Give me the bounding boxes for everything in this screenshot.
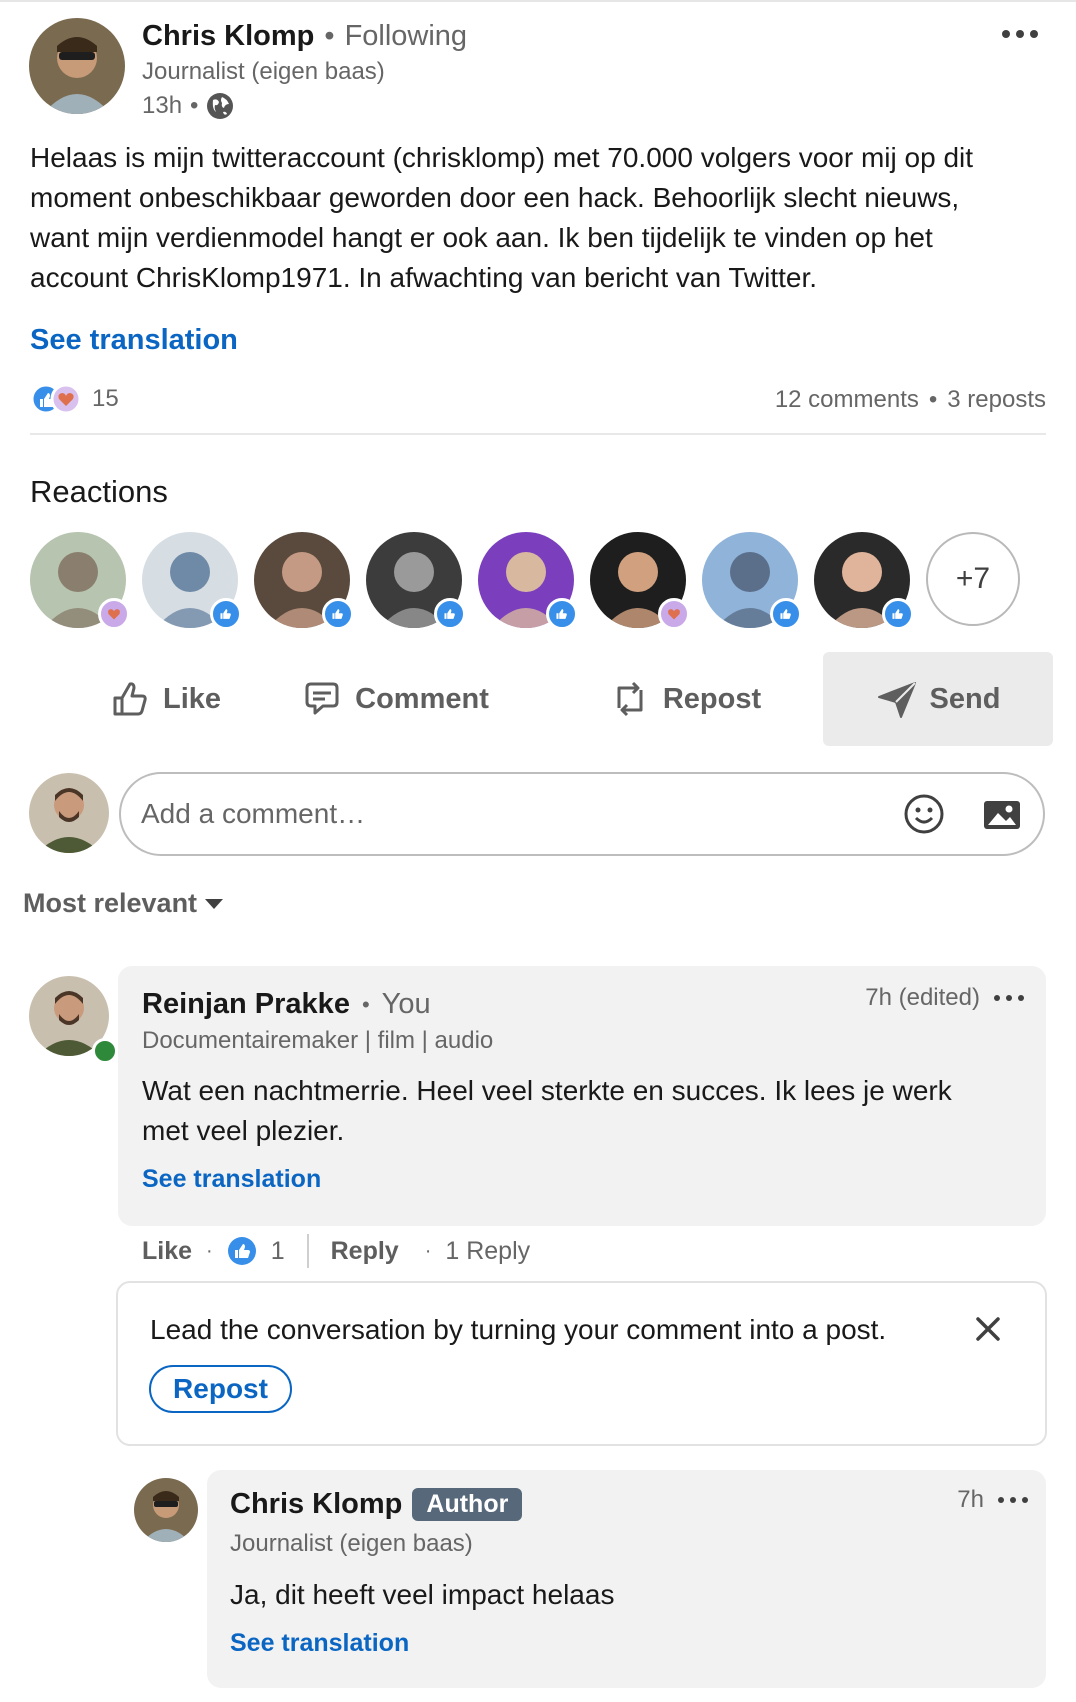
reaction-count[interactable]: 15: [92, 385, 119, 413]
reposts-count-link[interactable]: 3 reposts: [947, 386, 1046, 414]
like-reaction-icon: [546, 598, 578, 630]
send-paper-plane-icon: [877, 682, 916, 718]
comment-text-line: Wat een nachtmerrie. Heel veel sterkte e…: [142, 1075, 952, 1106]
follow-status: Following: [344, 20, 468, 52]
separator-dot: ·: [424, 1239, 432, 1262]
post-time: 13h: [142, 92, 183, 119]
close-icon[interactable]: [973, 1314, 1003, 1344]
comment-more-menu-icon[interactable]: [994, 995, 1024, 1001]
comment-time: 7h (edited): [865, 984, 980, 1011]
comment-like-button[interactable]: Like: [142, 1237, 192, 1266]
reactor-avatar[interactable]: [478, 532, 578, 630]
emoji-icon[interactable]: [903, 793, 945, 835]
reactor-avatar[interactable]: [590, 532, 690, 630]
sort-label: Most relevant: [23, 888, 198, 918]
comment-reply-button[interactable]: Reply: [331, 1237, 399, 1266]
like-reaction-icon: [210, 598, 242, 630]
separator-dot: •: [324, 20, 335, 52]
online-status-dot: [92, 1038, 118, 1064]
comment-like-count[interactable]: 1: [271, 1237, 285, 1266]
top-divider: [0, 0, 1076, 2]
repost-prompt-card: [116, 1281, 1047, 1446]
comment-text: Wat een nachtmerrie. Heel veel sterkte e…: [142, 1071, 1022, 1151]
reply-author-name[interactable]: Chris Klomp: [230, 1488, 402, 1521]
repost-arrows-icon: [617, 681, 643, 717]
post-body-line: Helaas is mijn twitteraccount (chrisklom…: [30, 142, 974, 173]
send-label: Send: [929, 682, 1001, 715]
comment-author-headline: Documentairemaker | film | audio: [142, 1027, 494, 1054]
separator-dot: •: [928, 386, 938, 413]
reply-more-menu-icon[interactable]: [998, 1497, 1028, 1503]
like-reaction-icon: [770, 598, 802, 630]
speech-bubble-icon: [305, 682, 339, 715]
author-avatar[interactable]: [29, 18, 125, 114]
like-button[interactable]: Like: [60, 652, 270, 746]
reply-author-avatar[interactable]: [134, 1478, 198, 1542]
separator-dot: •: [361, 991, 370, 1017]
reactor-avatar[interactable]: [702, 532, 802, 630]
post-body-line: account ChrisKlomp1971. In afwachting va…: [30, 262, 818, 293]
post-author-name[interactable]: Chris Klomp: [142, 20, 314, 53]
love-reaction-icon: [658, 598, 690, 630]
post-body: Helaas is mijn twitteraccount (chrisklom…: [30, 138, 1050, 298]
repost-button[interactable]: Repost: [580, 652, 790, 746]
reply-text: Ja, dit heeft veel impact helaas: [230, 1579, 615, 1610]
send-button[interactable]: Send: [823, 652, 1053, 746]
author-badge: Author: [412, 1488, 523, 1521]
thumbs-up-icon: [113, 682, 147, 716]
action-divider: [306, 1234, 309, 1268]
reply-time: 7h: [957, 1486, 984, 1513]
comment-you-label: You: [381, 988, 431, 1020]
more-reactions-button[interactable]: +7: [926, 532, 1020, 626]
current-user-avatar[interactable]: [29, 773, 109, 853]
comment-input-placeholder: Add a comment…: [141, 798, 366, 829]
comment-author-name[interactable]: Reinjan Prakke: [142, 988, 350, 1021]
reactions-heading: Reactions: [30, 474, 168, 509]
comment-input[interactable]: Add a comment…: [119, 772, 1045, 856]
reaction-summary-icons[interactable]: [30, 383, 84, 415]
comment-replies-count[interactable]: 1 Reply: [445, 1237, 530, 1266]
reactor-avatar[interactable]: [142, 532, 242, 630]
reactor-avatar[interactable]: [30, 532, 130, 630]
like-reaction-icon: [882, 598, 914, 630]
repost-label: Repost: [662, 682, 762, 715]
like-reaction-icon: [434, 598, 466, 630]
sort-dropdown[interactable]: Most relevant: [23, 888, 224, 919]
repost-prompt-text: Lead the conversation by turning your co…: [150, 1314, 887, 1345]
prompt-repost-button[interactable]: Repost: [149, 1365, 292, 1413]
love-reaction-icon: [98, 598, 130, 630]
separator-dot: ·: [206, 1239, 213, 1262]
reactor-avatar[interactable]: [366, 532, 466, 630]
post-body-line: moment onbeschikbaar geworden door een h…: [30, 182, 960, 213]
comment-label: Comment: [355, 682, 489, 715]
globe-icon: [206, 92, 234, 120]
post-see-translation-link[interactable]: See translation: [30, 324, 238, 357]
reply-author-headline: Journalist (eigen baas): [230, 1530, 473, 1557]
post-author-headline: Journalist (eigen baas): [142, 58, 385, 85]
comment-see-translation-link[interactable]: See translation: [142, 1165, 321, 1194]
separator-dot: •: [190, 92, 199, 119]
caret-down-icon: [205, 898, 224, 909]
comment-text-line: met veel plezier.: [142, 1115, 345, 1146]
reactor-avatar[interactable]: [254, 532, 354, 630]
reply-see-translation-link[interactable]: See translation: [230, 1629, 409, 1658]
comments-count-link[interactable]: 12 comments: [775, 386, 919, 414]
image-icon[interactable]: [981, 793, 1023, 835]
post-more-menu-icon[interactable]: [1002, 30, 1038, 38]
post-body-line: want mijn verdienmodel hangt er ook aan.…: [30, 222, 933, 253]
like-reaction-icon: [322, 598, 354, 630]
post-divider: [30, 433, 1046, 435]
reactor-avatar[interactable]: [814, 532, 914, 630]
like-label: Like: [162, 682, 222, 715]
comment-like-reaction-icon: [227, 1236, 257, 1266]
comment-button[interactable]: Comment: [290, 652, 500, 746]
